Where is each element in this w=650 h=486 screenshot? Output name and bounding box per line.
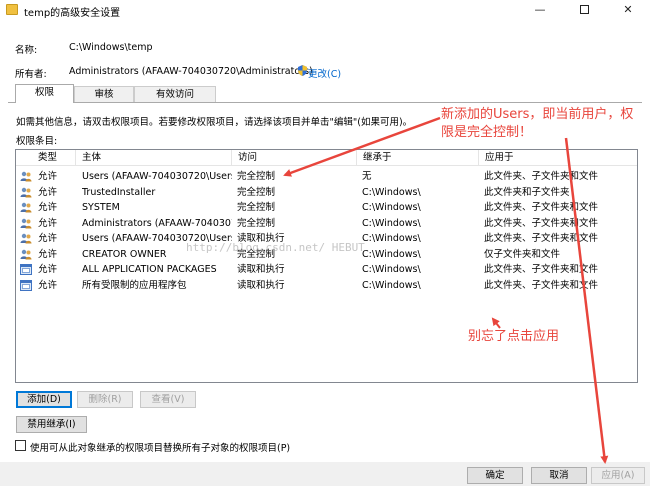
column-header-principal[interactable]: 主体 (76, 150, 232, 166)
table-row[interactable]: 允许 TrustedInstaller 完全控制 C:\Windows\ 此文件夹和子文… (16, 185, 637, 201)
ok-button[interactable]: 确定 (467, 467, 523, 484)
package-icon (20, 264, 32, 275)
column-header-applies-to[interactable]: 应用于 (479, 150, 637, 166)
cell-principal: TrustedInstaller (82, 186, 156, 198)
cell-access: 完全控制 (237, 202, 276, 213)
cell-inherited-from: 无 (362, 171, 372, 182)
cell-access: 完全控制 (237, 186, 276, 198)
add-button[interactable]: 添加(D) (16, 391, 72, 408)
cell-inherited-from: C:\Windows\ (362, 264, 421, 275)
annotation-users-line1: 新添加的Users，即当前用户，权 (441, 107, 634, 122)
cell-inherited-from: C:\Windows\ (362, 202, 421, 213)
users-icon (20, 218, 32, 228)
change-owner-link[interactable]: 更改(C) (308, 66, 341, 80)
window-title: temp的高级安全设置 (24, 8, 121, 19)
column-header-type[interactable]: 类型 (32, 150, 76, 166)
owner-value: Administrators (AFAAW-704030720\Administ… (69, 66, 313, 77)
tab-auditing[interactable]: 审核 (74, 86, 134, 102)
tab-permissions[interactable]: 权限 (15, 84, 74, 103)
watermark: http://blog.csdn.net/ HEBUT (186, 241, 365, 254)
cancel-button[interactable]: 取消 (531, 467, 587, 484)
annotation-apply: 别忘了点击应用 (468, 329, 560, 344)
cell-principal: SYSTEM (82, 202, 120, 213)
cell-applies-to: 仅子文件夹和文件 (484, 248, 561, 260)
cell-access: 完全控制 (237, 217, 276, 229)
cell-applies-to: 此文件夹、子文件夹和文件 (484, 217, 599, 229)
cell-principal: ALL APPLICATION PACKAGES (82, 264, 217, 275)
replace-child-permissions-label: 使用可从此对象继承的权限项目替换所有子对象的权限项目(P) (30, 443, 291, 454)
column-header-access[interactable]: 访问 (232, 150, 357, 166)
cell-access: 读取和执行 (237, 279, 285, 291)
cell-principal: Administrators (AFAAW-7040307... (82, 217, 232, 229)
cell-applies-to: 此文件夹、子文件夹和文件 (484, 202, 599, 213)
table-row[interactable]: 允许 SYSTEM 完全控制 C:\Windows\ 此文件夹、子文件夹和文件 (16, 200, 637, 216)
table-row[interactable]: 允许 所有受限制的应用程序包 读取和执行 C:\Windows\ 此文件夹、子文件夹和文… (16, 278, 637, 294)
package-icon (20, 279, 32, 291)
cell-inherited-from: C:\Windows\ (362, 233, 421, 244)
table-row[interactable]: 允许 Administrators (AFAAW-7040307... 完全控制 C:… (16, 216, 637, 232)
cell-access: 读取和执行 (237, 264, 285, 275)
cell-applies-to: 此文件夹、子文件夹和文件 (484, 233, 599, 244)
column-header-inherited-from[interactable]: 继承于 (357, 150, 479, 166)
maximize-button[interactable] (562, 0, 606, 22)
replace-child-permissions-checkbox[interactable] (15, 440, 26, 451)
users-icon (20, 233, 32, 244)
cell-inherited-from: C:\Windows\ (362, 279, 421, 291)
maximize-icon (579, 4, 589, 14)
cell-type: 允许 (38, 279, 58, 291)
uac-shield-icon (298, 65, 307, 76)
close-button[interactable]: ✕ (606, 0, 650, 22)
remove-button[interactable]: 删除(R) (77, 391, 133, 408)
name-label: 名称: (15, 45, 38, 56)
cell-access: 完全控制 (237, 171, 276, 182)
cell-inherited-from: C:\Windows\ (362, 217, 421, 229)
cell-applies-to: 此文件夹、子文件夹和文件 (484, 279, 599, 291)
cell-type: 允许 (38, 202, 58, 213)
annotation-users-line2: 限是完全控制！ (441, 125, 533, 140)
name-value: C:\Windows\temp (69, 42, 153, 53)
cell-type: 允许 (38, 233, 58, 244)
cell-principal: 所有受限制的应用程序包 (82, 279, 187, 291)
cell-type: 允许 (38, 186, 58, 198)
table-row[interactable]: 允许 ALL APPLICATION PACKAGES 读取和执行 C:\Window… (16, 262, 637, 278)
view-button[interactable]: 查看(V) (140, 391, 196, 408)
cell-inherited-from: C:\Windows\ (362, 248, 421, 260)
permission-entries-list[interactable]: 类型 主体 访问 继承于 应用于 允许 Users (AFAAW-70403072… (15, 149, 638, 383)
cell-type: 允许 (38, 248, 58, 260)
instructions-text: 如需其他信息，请双击权限项目。若要修改权限项目，请选择该项目并单击"编辑"(如果… (16, 117, 413, 128)
minimize-button[interactable]: — (518, 0, 562, 22)
cell-applies-to: 此文件夹、子文件夹和文件 (484, 264, 599, 275)
apply-button[interactable]: 应用(A) (591, 467, 645, 484)
cell-type: 允许 (38, 217, 58, 229)
cell-applies-to: 此文件夹、子文件夹和文件 (484, 171, 599, 182)
users-icon (20, 249, 32, 259)
cell-type: 允许 (38, 171, 58, 182)
owner-label: 所有者: (15, 69, 47, 80)
folder-icon (6, 4, 18, 15)
list-header: 类型 主体 访问 继承于 应用于 (16, 150, 637, 166)
users-icon (20, 187, 32, 197)
cell-principal: Users (AFAAW-704030720\Users) (82, 171, 232, 182)
users-icon (20, 202, 32, 213)
users-icon (20, 171, 32, 182)
cell-applies-to: 此文件夹和子文件夹 (484, 186, 570, 198)
title-bar: temp的高级安全设置 — ✕ (0, 0, 650, 22)
entries-label: 权限条目: (16, 136, 58, 147)
disable-inheritance-button[interactable]: 禁用继承(I) (16, 416, 87, 433)
table-row[interactable]: 允许 Users (AFAAW-704030720\Users) 完全控制 无 此文件夹… (16, 169, 637, 185)
cell-type: 允许 (38, 264, 58, 275)
tab-effective-access[interactable]: 有效访问 (134, 86, 216, 102)
cell-inherited-from: C:\Windows\ (362, 186, 421, 198)
